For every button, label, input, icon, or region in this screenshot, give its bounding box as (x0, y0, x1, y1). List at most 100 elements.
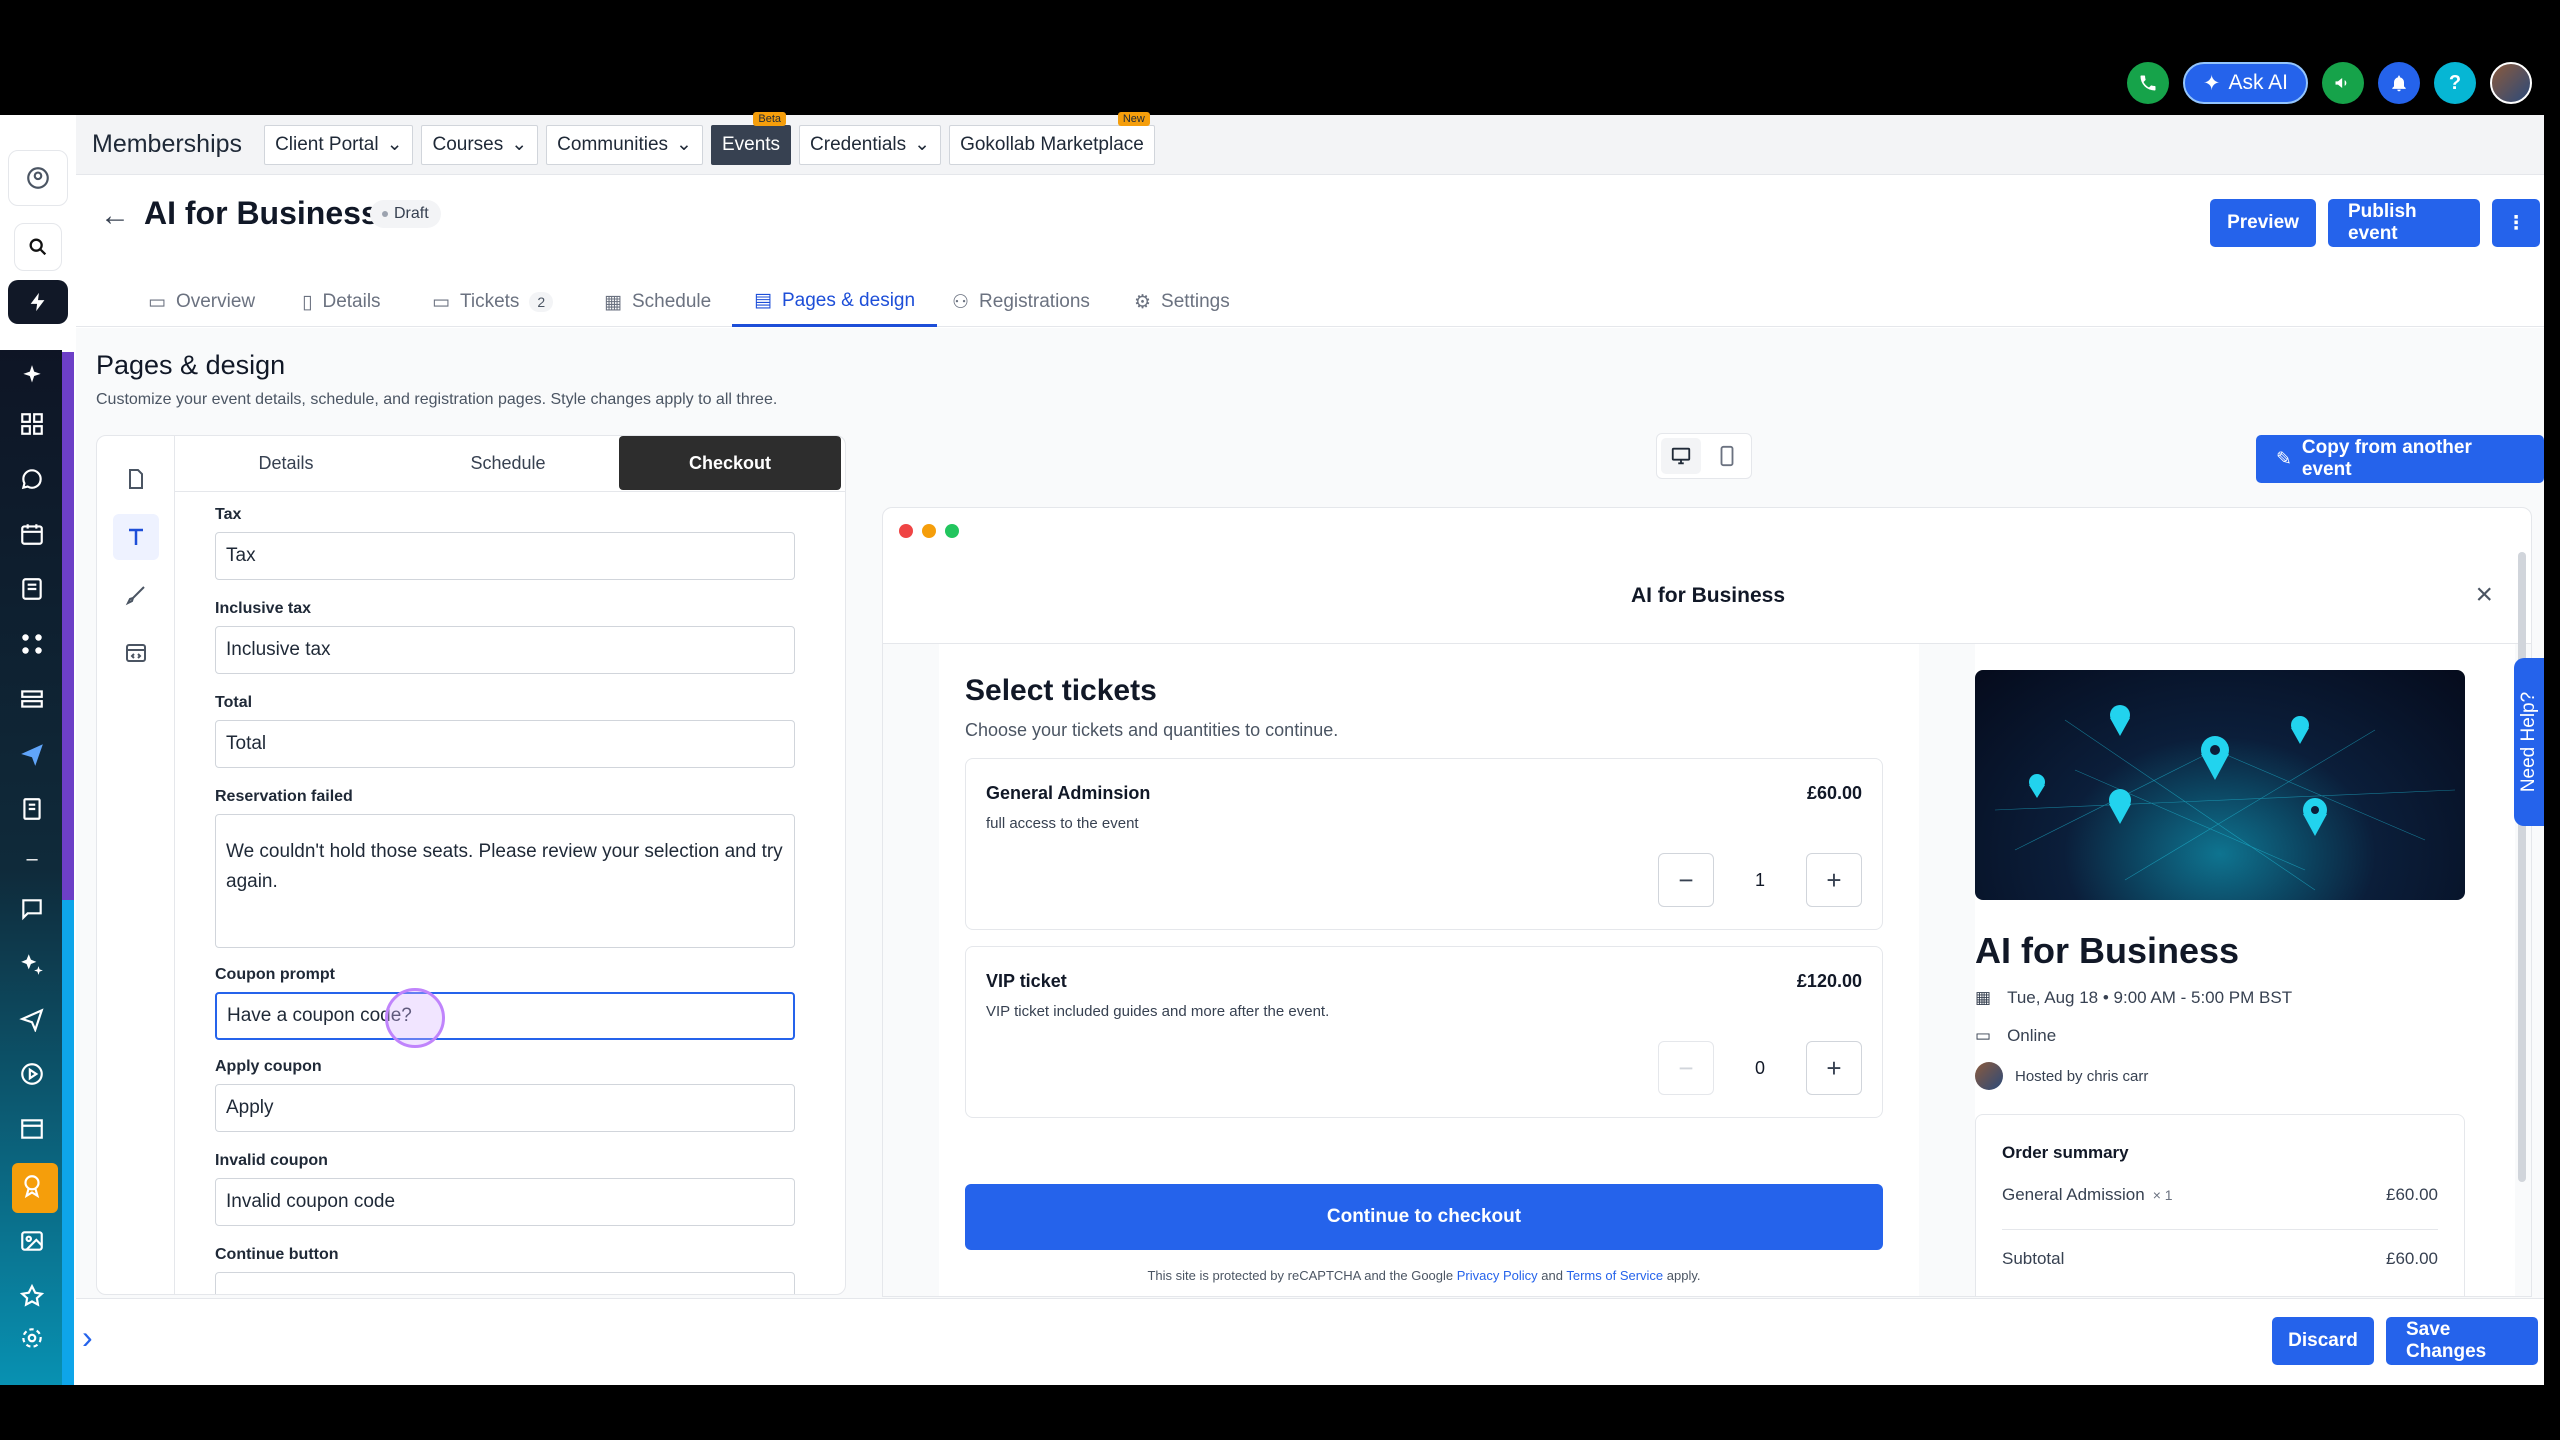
increment-button[interactable]: + (1806, 1041, 1862, 1095)
gear-icon: ⚙ (1134, 291, 1152, 313)
tab-tickets[interactable]: ▭ Tickets 2 (432, 277, 554, 327)
increment-button[interactable]: + (1806, 853, 1862, 907)
lightning-icon[interactable] (8, 280, 68, 324)
ticket-name: General Adminsion (986, 783, 1151, 803)
contacts-icon[interactable] (18, 575, 46, 603)
search-icon[interactable] (14, 223, 62, 271)
opportunities-icon[interactable] (18, 685, 46, 713)
continue-to-checkout-button[interactable]: Continue to checkout (965, 1184, 1883, 1250)
ticket-price: £60.00 (1806, 783, 1862, 803)
marketing-icon[interactable] (18, 1005, 46, 1033)
preview-scrollbar[interactable] (2518, 552, 2526, 1182)
subtotal-value: £60.00 (2386, 1249, 2438, 1268)
preview-button[interactable]: Preview (2210, 199, 2316, 247)
phone-icon[interactable] (2126, 62, 2169, 104)
megaphone-icon[interactable] (2322, 62, 2364, 104)
minus-icon: – (26, 847, 38, 870)
copy-from-event-button[interactable]: ✎ Copy from another event (2256, 435, 2544, 483)
terms-link[interactable]: Terms of Service (1566, 1268, 1663, 1283)
reviews-icon[interactable] (18, 895, 46, 923)
desktop-icon[interactable] (1661, 438, 1701, 474)
nav-label: Credentials (810, 133, 907, 155)
chevron-down-icon: ⌄ (386, 134, 403, 155)
reporting-icon[interactable] (18, 1060, 46, 1088)
save-changes-button[interactable]: Save Changes (2386, 1317, 2538, 1365)
chevron-right-icon[interactable]: › (82, 1319, 93, 1356)
calendar-icon[interactable] (18, 520, 46, 548)
text-icon[interactable] (113, 514, 159, 560)
nav-label: Client Portal (275, 133, 379, 155)
close-dot (899, 524, 913, 538)
editor-tab-details[interactable]: Details (175, 436, 397, 490)
invalid-coupon-field[interactable]: Invalid coupon code (215, 1178, 795, 1226)
tab-overview[interactable]: ▭ Overview (148, 277, 255, 327)
tab-details[interactable]: ▯ Details (302, 277, 381, 327)
chat-icon[interactable] (18, 465, 46, 493)
total-field[interactable]: Total (215, 720, 795, 768)
more-options-icon[interactable]: ⋮ (2492, 199, 2540, 247)
editor-fields: Tax Tax Inclusive tax Inclusive tax Tota… (175, 492, 845, 1294)
page-header: ← AI for Business Draft Preview Publish … (76, 177, 2544, 277)
chevron-down-icon: ⌄ (676, 134, 692, 155)
editor-tab-schedule[interactable]: Schedule (397, 436, 619, 490)
coupon-prompt-field[interactable]: Have a coupon code? (215, 992, 795, 1040)
recaptcha-apply: apply. (1663, 1268, 1701, 1283)
calendar-icon: ▦ (1975, 988, 1992, 1007)
payments-icon[interactable] (18, 795, 46, 823)
publish-event-button[interactable]: Publish event (2328, 199, 2480, 247)
account-icon[interactable] (8, 150, 68, 206)
brush-icon[interactable] (113, 572, 159, 618)
tab-label: Pages & design (781, 289, 916, 311)
tab-label: Tickets (459, 291, 520, 312)
tax-field[interactable]: Tax (215, 532, 795, 580)
need-help-button[interactable]: Need Help? (2514, 658, 2544, 826)
nav-item-credentials[interactable]: Credentials ⌄ (799, 124, 942, 165)
ai-icon[interactable] (18, 950, 46, 978)
decrement-button[interactable]: − (1658, 853, 1714, 907)
settings-icon[interactable] (18, 1324, 46, 1352)
quantity-stepper: − 1 + (1658, 853, 1862, 907)
preview-window: AI for Business × Select tickets Choose … (882, 507, 2532, 1297)
sites-icon[interactable] (18, 1115, 46, 1143)
media-icon[interactable] (18, 1227, 46, 1255)
decrement-button[interactable]: − (1658, 1041, 1714, 1095)
nav-item-marketplace[interactable]: Gokollab Marketplace New (949, 111, 1155, 165)
event-host-text: Hosted by chris carr (2015, 1067, 2149, 1085)
avatar[interactable] (2490, 62, 2532, 104)
editor-tab-checkout[interactable]: Checkout (619, 436, 841, 490)
workflow-icon[interactable] (18, 630, 46, 658)
tab-settings[interactable]: ⚙ Settings (1134, 277, 1230, 327)
help-icon[interactable]: ? (2434, 62, 2476, 104)
star-icon[interactable] (18, 1282, 46, 1310)
dashboard-icon[interactable] (18, 410, 46, 438)
memberships-nav: Memberships Client Portal ⌄ Courses ⌄ Comm… (76, 111, 2544, 175)
discard-button[interactable]: Discard (2272, 1317, 2374, 1365)
status-label: Draft (394, 205, 429, 222)
memberships-icon[interactable] (18, 1172, 46, 1200)
bell-icon[interactable] (2378, 62, 2420, 104)
inclusive-tax-field[interactable]: Inclusive tax (215, 626, 795, 674)
ticket-card: General Adminsion full access to the eve… (965, 758, 1883, 930)
nav-item-communities[interactable]: Communities ⌄ (546, 124, 703, 165)
close-icon[interactable]: × (2475, 578, 2493, 612)
send-icon[interactable] (18, 740, 46, 768)
right-black-band (2544, 0, 2560, 1440)
nav-item-events[interactable]: Events Beta (710, 111, 792, 165)
code-icon[interactable] (113, 630, 159, 676)
order-subtotal: Subtotal £60.00 (2002, 1249, 2438, 1269)
nav-item-courses[interactable]: Courses ⌄ (421, 124, 539, 165)
continue-button-field[interactable] (215, 1272, 795, 1294)
sparkle-icon[interactable] (18, 362, 46, 390)
ask-ai-button[interactable]: ✦ Ask AI (2182, 62, 2308, 104)
tab-schedule[interactable]: ▦ Schedule (604, 277, 711, 327)
tab-registrations[interactable]: ⚇ Registrations (952, 277, 1090, 327)
tab-pages-design[interactable]: ▤ Pages & design (732, 277, 938, 327)
back-arrow-icon[interactable]: ← (100, 199, 130, 233)
mobile-icon[interactable] (1707, 438, 1747, 474)
page-icon[interactable] (113, 456, 159, 502)
page-title: AI for Business (144, 195, 379, 231)
apply-coupon-field[interactable]: Apply (215, 1084, 795, 1132)
reservation-failed-field[interactable]: We couldn't hold those seats. Please rev… (215, 814, 795, 948)
nav-item-client-portal[interactable]: Client Portal ⌄ (264, 124, 414, 165)
privacy-link[interactable]: Privacy Policy (1457, 1268, 1538, 1283)
